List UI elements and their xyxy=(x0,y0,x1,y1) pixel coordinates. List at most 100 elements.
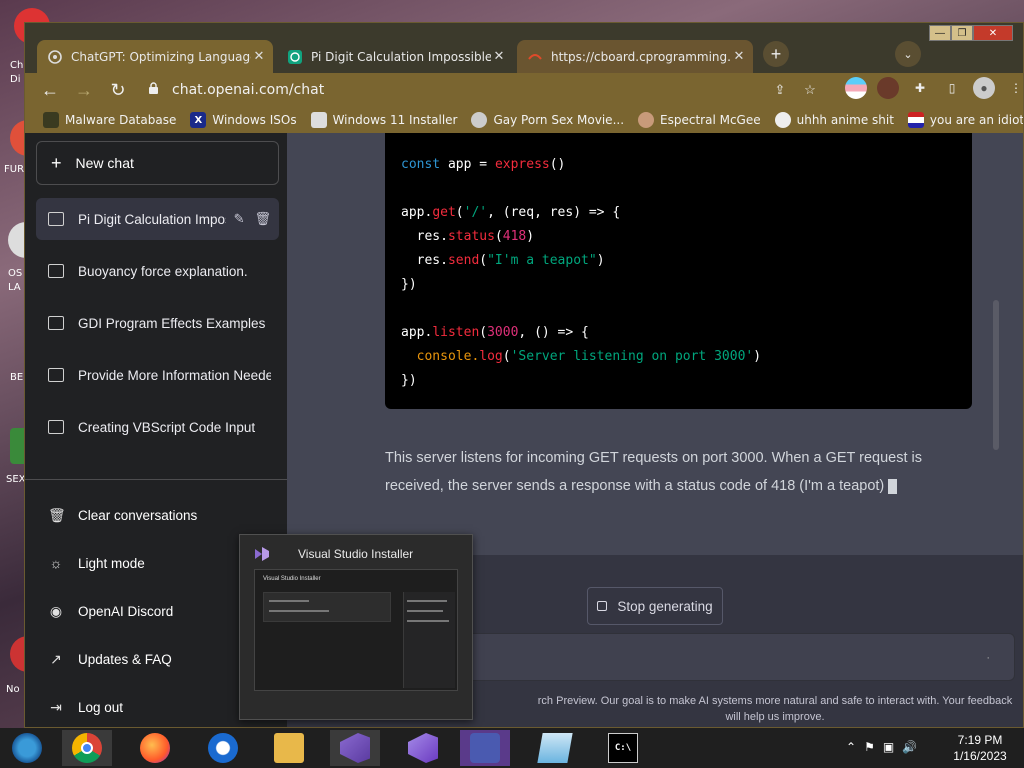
code-token: res. xyxy=(401,229,448,244)
new-chat-label: New chat xyxy=(75,155,134,171)
minimize-button[interactable]: — xyxy=(929,25,951,41)
chat-bubble-icon xyxy=(48,420,64,434)
chrome-icon xyxy=(72,733,102,763)
code-token: ) xyxy=(526,229,535,244)
anime-icon xyxy=(774,112,791,128)
tab-chatgpt-optimizing[interactable]: ChatGPT: Optimizing Language M ✕ xyxy=(37,40,273,73)
desktop-icon-label: Di xyxy=(10,74,21,85)
share-icon[interactable]: ⇪ xyxy=(770,80,790,100)
bookmark-item[interactable]: Malware Database xyxy=(43,112,176,128)
code-token: ) xyxy=(753,349,762,364)
edit-pencil-icon[interactable]: ✎ xyxy=(234,211,245,227)
bookmark-label: Gay Porn Sex Movie... xyxy=(493,113,625,127)
clear-conversations-button[interactable]: 🗑 Clear conversations xyxy=(36,497,197,533)
thumb-line xyxy=(269,610,329,612)
scrollbar-thumb[interactable] xyxy=(993,300,999,450)
code-token: ) xyxy=(596,253,605,268)
extension-flag-icon[interactable] xyxy=(845,77,867,99)
chrome-window: ChatGPT: Optimizing Language M ✕ Pi Digi… xyxy=(24,22,1024,728)
code-token: () xyxy=(549,157,566,172)
code-token: send xyxy=(447,253,480,268)
tab-pi-digit[interactable]: Pi Digit Calculation Impossible ✕ xyxy=(277,40,513,73)
taskbar-edge[interactable] xyxy=(198,730,248,766)
extension-avatar-icon[interactable] xyxy=(877,77,899,99)
bookmark-star-icon[interactable]: ☆ xyxy=(800,80,820,100)
back-button[interactable]: ← xyxy=(35,75,65,105)
taskbar-teams[interactable] xyxy=(460,730,510,766)
stop-generating-button[interactable]: Stop generating xyxy=(587,587,723,625)
extensions-puzzle-icon[interactable]: ✚ xyxy=(909,77,931,99)
taskbar-cmd[interactable]: C:\ xyxy=(598,730,648,766)
tab-search-button[interactable]: ⌄ xyxy=(895,41,921,67)
new-tab-button[interactable]: + xyxy=(763,41,789,67)
taskbar-file-explorer[interactable] xyxy=(264,730,314,766)
visual-studio-icon xyxy=(408,733,438,763)
tab-cboard[interactable]: https://cboard.cprogramming.com ✕ xyxy=(517,40,753,73)
address-bar[interactable]: chat.openai.com/chat ⇪ ☆ xyxy=(140,76,820,104)
forward-button[interactable]: → xyxy=(69,75,99,105)
code-token: ( xyxy=(455,205,464,220)
tab-close-button[interactable]: ✕ xyxy=(731,49,747,64)
assistant-response: This server listens for incoming GET req… xyxy=(385,444,972,500)
conversation-item[interactable]: Buoyancy force explanation. xyxy=(36,250,279,292)
logout-button[interactable]: ⇥ Log out xyxy=(36,689,123,725)
conversation-item[interactable]: Provide More Information Neede xyxy=(36,354,279,396)
bookmark-label: uhhh anime shit xyxy=(796,113,894,127)
profile-avatar-icon[interactable]: ● xyxy=(973,77,995,99)
network-icon[interactable]: ▣ xyxy=(883,740,894,754)
taskbar-visual-studio[interactable] xyxy=(398,730,448,766)
conversation-actions: ✎ 🗑 xyxy=(234,211,271,227)
code-token: listen xyxy=(432,325,480,340)
reload-button[interactable]: ↻ xyxy=(103,75,133,105)
conversation-item[interactable]: GDI Program Effects Examples xyxy=(36,302,279,344)
taskbar-vs-installer[interactable] xyxy=(330,730,380,766)
code-token: 3000 xyxy=(487,325,519,340)
bookmark-item[interactable]: you are an idiot! xyxy=(907,112,1024,128)
bookmark-label: you are an idiot! xyxy=(929,113,1024,127)
new-chat-button[interactable]: + New chat xyxy=(36,141,279,185)
trash-icon[interactable]: 🗑 xyxy=(254,211,271,227)
response-text: This server listens for incoming GET req… xyxy=(385,450,923,494)
bookmark-item[interactable]: uhhh anime shit xyxy=(774,112,894,128)
conversation-item[interactable]: Pi Digit Calculation Impos ✎ 🗑 xyxy=(36,198,279,240)
taskbar-start[interactable] xyxy=(2,730,52,766)
show-hidden-icons-icon[interactable]: ⌃ xyxy=(846,740,856,754)
bookmark-item[interactable]: Gay Porn Sex Movie... xyxy=(471,112,624,128)
omnibox-actions: ⇪ ☆ xyxy=(770,80,820,100)
chrome-menu-icon[interactable]: ⋮ xyxy=(1005,77,1023,99)
bookmark-item[interactable]: Espectral McGee xyxy=(638,112,761,128)
bookmark-item[interactable]: Windows 11 Installer xyxy=(310,112,457,128)
updates-faq-link[interactable]: ↗ Updates & FAQ xyxy=(36,641,172,677)
taskbar-firefox[interactable] xyxy=(130,730,180,766)
light-mode-button[interactable]: ☼ Light mode xyxy=(36,545,145,581)
discord-link[interactable]: ◉ OpenAI Discord xyxy=(36,593,173,629)
code-token: const xyxy=(401,157,441,172)
close-window-button[interactable]: ✕ xyxy=(973,25,1013,41)
code-token: express xyxy=(494,157,550,172)
chat-bubble-icon xyxy=(48,316,64,330)
conversation-item[interactable]: Creating VBScript Code Input xyxy=(36,406,279,448)
tab-close-button[interactable]: ✕ xyxy=(251,49,267,64)
clear-conversations-label: Clear conversations xyxy=(78,507,198,523)
thumb-title: Visual Studio Installer xyxy=(263,576,321,582)
volume-icon[interactable]: 🔊 xyxy=(902,740,917,754)
desktop-icon-label: SEX xyxy=(6,474,26,485)
bookmark-item[interactable]: X Windows ISOs xyxy=(190,112,297,128)
x-icon: X xyxy=(190,112,207,128)
bookmarks-bar: Malware Database X Windows ISOs Windows … xyxy=(25,107,1024,133)
desktop-icon-label: BE xyxy=(10,372,24,383)
code-token: app. xyxy=(401,205,433,220)
side-panel-icon[interactable]: ▯ xyxy=(941,77,963,99)
tab-close-button[interactable]: ✕ xyxy=(491,49,507,64)
flag-icon[interactable]: ⚑ xyxy=(864,740,875,754)
code-token: ( xyxy=(479,253,488,268)
taskbar-thumbnail-preview[interactable]: Visual Studio Installer Visual Studio In… xyxy=(239,534,473,720)
code-token: app. xyxy=(401,325,433,340)
message-input[interactable]: · xyxy=(385,633,1015,681)
restore-button[interactable]: ❐ xyxy=(951,25,973,41)
taskbar-notepad[interactable] xyxy=(530,730,580,766)
taskbar-chrome[interactable] xyxy=(62,730,112,766)
code-block[interactable]: const app = express() app.get('/', (req,… xyxy=(385,133,972,409)
external-link-icon: ↗ xyxy=(50,650,62,667)
taskbar-clock[interactable]: 7:19 PM 1/16/2023 xyxy=(940,732,1020,764)
